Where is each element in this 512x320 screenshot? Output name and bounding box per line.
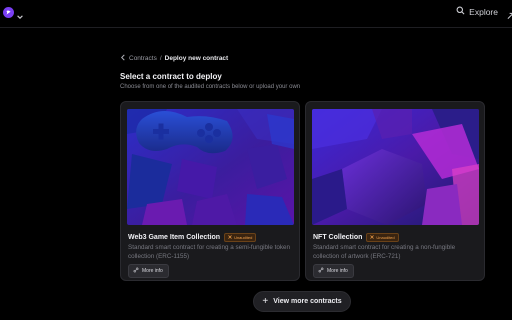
view-more-contracts-button[interactable]: + View more contracts xyxy=(253,291,351,312)
card-title-row: Web3 Game Item Collection Unaudited xyxy=(128,233,257,242)
chevron-left-icon[interactable] xyxy=(120,54,126,63)
contract-card-game-items[interactable]: Web3 Game Item Collection Unaudited Stan… xyxy=(120,101,300,281)
card-title-row: NFT Collection Unaudited xyxy=(313,233,399,242)
badge-label: Unaudited xyxy=(376,235,395,240)
breadcrumb-contracts-link[interactable]: Contracts xyxy=(129,55,157,62)
card-description: Standard smart contract for creating a n… xyxy=(313,244,456,260)
page-title: Select a contract to deploy xyxy=(120,72,222,81)
nft-collection-artwork xyxy=(312,109,479,225)
card-title: NFT Collection xyxy=(313,234,363,241)
close-icon xyxy=(370,235,375,240)
breadcrumb-separator: / xyxy=(159,55,162,62)
contract-card-nft-collection[interactable]: NFT Collection Unaudited Standard smart … xyxy=(305,101,485,281)
external-arrow-icon[interactable] xyxy=(507,7,512,25)
card-title: Web3 Game Item Collection xyxy=(128,234,221,241)
unaudited-badge: Unaudited xyxy=(366,233,399,242)
close-icon xyxy=(228,235,232,240)
top-bar: Explore xyxy=(0,0,512,28)
more-info-button[interactable]: More info xyxy=(313,264,354,278)
badge-label: Unaudited xyxy=(234,235,253,240)
breadcrumb: Contracts / Deploy new contract xyxy=(120,54,228,63)
explore-label: Explore xyxy=(469,6,498,17)
game-item-artwork xyxy=(127,109,294,225)
plus-icon: + xyxy=(262,295,269,307)
page-subtitle: Choose from one of the audited contracts… xyxy=(120,84,301,90)
link-icon xyxy=(133,267,139,275)
more-info-button[interactable]: More info xyxy=(128,264,169,278)
view-more-label: View more contracts xyxy=(273,298,342,305)
more-info-label: More info xyxy=(142,268,163,274)
card-description: Standard smart contract for creating a s… xyxy=(128,244,291,260)
explore-button[interactable]: Explore xyxy=(456,6,498,17)
search-icon xyxy=(456,6,465,17)
more-info-label: More info xyxy=(327,268,348,274)
breadcrumb-current: Deploy new contract xyxy=(164,55,229,62)
unaudited-badge: Unaudited xyxy=(224,233,257,242)
chevron-down-icon[interactable] xyxy=(16,8,24,26)
link-icon xyxy=(318,267,324,275)
logo-icon[interactable] xyxy=(3,7,14,18)
